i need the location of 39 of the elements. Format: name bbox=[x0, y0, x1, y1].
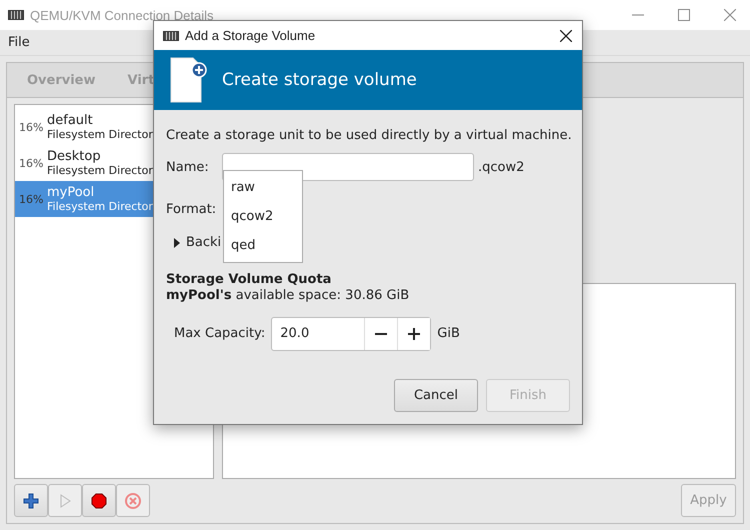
field-label: Max Capacity: bbox=[174, 326, 266, 341]
pool-type: Filesystem Director bbox=[47, 164, 153, 177]
dialog-title: Add a Storage Volume bbox=[185, 28, 316, 43]
app-icon bbox=[163, 30, 179, 40]
suffix-text: .qcow2 bbox=[478, 160, 524, 174]
delete-icon bbox=[124, 492, 142, 510]
pool-type: Filesystem Director bbox=[47, 200, 153, 213]
add-button[interactable] bbox=[14, 484, 48, 517]
dropdown-option[interactable]: qcow2 bbox=[224, 202, 302, 231]
app-icon bbox=[8, 10, 24, 20]
menu-item[interactable]: File bbox=[8, 35, 30, 50]
unit-text: GiB bbox=[437, 326, 460, 341]
section-title: Storage Volume Quota bbox=[166, 272, 332, 286]
usage-text: 16% bbox=[19, 156, 44, 170]
pool-type: Filesystem Director bbox=[47, 128, 153, 141]
close-icon[interactable] bbox=[560, 30, 572, 42]
caret-icon bbox=[173, 238, 181, 248]
dropdown-option[interactable]: qed bbox=[224, 231, 302, 260]
increment-button[interactable] bbox=[397, 318, 430, 350]
usage-text: 16% bbox=[19, 192, 44, 206]
usage-text: 16% bbox=[19, 120, 44, 134]
description-text: Create a storage unit to be used directly by a virtual machine. bbox=[166, 128, 570, 143]
cancel-button[interactable]: Cancel bbox=[394, 378, 478, 412]
available-space-text: myPool's available space: 30.86 GiB bbox=[166, 288, 410, 302]
plus-icon bbox=[408, 328, 420, 340]
pool-name: default bbox=[47, 113, 94, 128]
pool-name: myPool bbox=[47, 185, 96, 200]
field-label: Name: bbox=[166, 160, 210, 174]
pool-name: Desktop bbox=[47, 149, 102, 164]
header-title: Create storage volume bbox=[222, 70, 417, 90]
plus-icon bbox=[22, 492, 40, 510]
dropdown-option[interactable]: raw bbox=[224, 173, 302, 202]
stop-button[interactable] bbox=[82, 484, 116, 517]
capacity-field[interactable]: 20.0 bbox=[271, 316, 432, 350]
maximize-icon[interactable] bbox=[678, 9, 690, 21]
stop-icon bbox=[90, 492, 108, 510]
new-file-icon bbox=[170, 57, 208, 103]
window-title: QEMU/KVM Connection Details bbox=[30, 8, 214, 22]
backing-store-expander[interactable]: Backi bbox=[173, 235, 222, 250]
